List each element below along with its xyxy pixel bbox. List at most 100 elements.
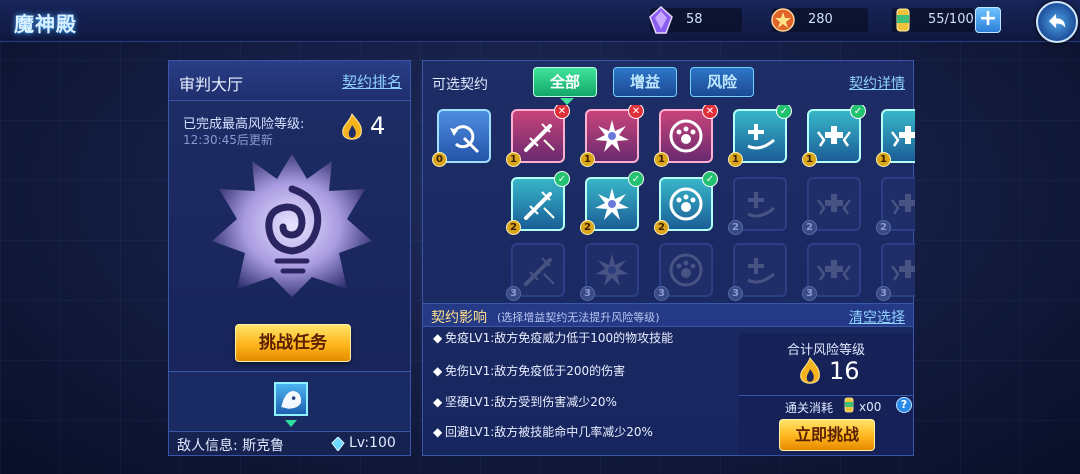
contract-impact-bar: 契约影响 (选择增益契约无法提升风险等级) 清空选择 (423, 303, 913, 327)
contract-card: 2 (802, 177, 861, 235)
tab-buff[interactable]: 增益 (613, 67, 677, 97)
back-arrow-icon (1048, 13, 1066, 29)
wing-cross-icon (891, 126, 915, 147)
burst-icon (595, 254, 629, 286)
contract-card: 2 (876, 177, 915, 235)
total-risk-value: 16 (829, 357, 860, 385)
add-energy-button[interactable]: + (975, 7, 1001, 33)
sword-slash-icon (524, 123, 555, 152)
resource-crystal: 58 (649, 5, 742, 34)
contract-card: 3 (876, 243, 915, 301)
contract-card[interactable]: 2 ✓ (580, 171, 644, 235)
heal-swirl-icon (747, 192, 775, 218)
divider (739, 395, 913, 396)
card-level-badge: 2 (654, 220, 669, 235)
contract-card[interactable]: 1 ✕ (506, 105, 570, 167)
contract-card: 3 (654, 243, 713, 301)
clear-cost-label: 通关消耗 (785, 401, 834, 415)
card-level-badge: 3 (728, 286, 743, 301)
card-level-badge: 1 (580, 152, 595, 167)
burst-icon (595, 188, 629, 220)
enemy-portrait-area (169, 371, 410, 431)
selected-check-icon: ✓ (628, 171, 644, 187)
contract-card[interactable]: 1 ✓ (802, 105, 866, 167)
unselected-x-icon: ✕ (628, 105, 644, 119)
max-risk-level: 4 (370, 112, 386, 140)
enemy-avatar[interactable] (274, 382, 308, 416)
contract-card[interactable]: 2 ✓ (654, 171, 718, 235)
card-level-badge: 1 (802, 152, 817, 167)
impact-title: 契约影响 (431, 310, 487, 326)
risk-flame-icon (342, 113, 362, 140)
selected-check-icon: ✓ (850, 105, 866, 119)
card-level-badge: 1 (654, 152, 669, 167)
available-contracts-label: 可选契约 (432, 77, 488, 93)
contract-rank-link[interactable]: 契约排名 (342, 71, 402, 92)
contract-card-grid: 0 1 ✕ 1 ✕ 1 ✕ 1 ✓ 1 ✓ 1 2 ✓ 2 ✓ 2 ✓ 2 2 2 3 3 3 3 3 3 (431, 105, 915, 301)
wing-cross-icon (817, 126, 851, 147)
help-icon[interactable]: ? (896, 397, 912, 413)
challenge-task-button[interactable]: 挑战任务 (235, 324, 351, 362)
enemy-creature-icon (281, 391, 301, 409)
resource-medal: 280 (771, 8, 868, 32)
card-level-badge: 1 (876, 152, 891, 167)
resource-energy: 55/100 (892, 8, 974, 32)
card-level-badge: 2 (876, 220, 891, 235)
wing-cross-icon (817, 260, 851, 281)
paw-shield-icon (669, 253, 703, 287)
contract-detail-link[interactable]: 契约详情 (849, 73, 905, 93)
wing-cross-icon (891, 260, 915, 281)
completed-risk-label: 已完成最高风险等级: (183, 117, 305, 132)
burst-icon (595, 120, 629, 152)
tab-all[interactable]: 全部 (533, 67, 597, 97)
undo-sword-icon (450, 125, 480, 154)
card-level-badge: 3 (580, 286, 595, 301)
enemy-info-bar: 敌人信息: 斯克鲁 Lv:100 (169, 431, 410, 455)
card-level-badge: 3 (506, 286, 521, 301)
purple-crystal-icon (649, 5, 673, 34)
contract-card[interactable]: 0 (432, 109, 491, 167)
panel-header: 审判大厅 契约排名 (169, 61, 410, 101)
card-level-badge: 3 (654, 286, 669, 301)
wing-cross-icon (817, 194, 851, 215)
page-title: 魔神殿 (14, 12, 77, 36)
effect-item: ◆ 免伤LV1:敌方免疫低于200的伤害 (433, 364, 626, 378)
card-level-badge: 2 (802, 220, 817, 235)
boss-emblem-art (212, 154, 372, 297)
back-button[interactable] (1036, 1, 1078, 43)
update-countdown: 12:30:45后更新 (183, 133, 273, 147)
contract-card: 3 (580, 243, 639, 301)
judgment-hall-panel: 审判大厅 契约排名 已完成最高风险等级: 12:30:45后更新 4 挑战任务 (168, 60, 411, 456)
panel-title: 审判大厅 (179, 75, 244, 94)
contract-card: 2 (728, 177, 787, 235)
heal-swirl-icon (747, 124, 775, 150)
effect-item: ◆ 免疫LV1:敌方免疫威力低于100的物攻技能 (433, 331, 674, 345)
clear-selection-link[interactable]: 清空选择 (849, 307, 905, 327)
card-level-badge: 3 (802, 286, 817, 301)
selected-check-icon: ✓ (702, 171, 718, 187)
card-level-badge: 2 (580, 220, 595, 235)
selected-check-icon: ✓ (776, 105, 792, 119)
contract-card: 3 (802, 243, 861, 301)
contract-card[interactable]: 1 ✓ (728, 105, 792, 167)
sword-slash-icon (524, 257, 555, 286)
card-level-badge: 3 (876, 286, 891, 301)
wing-cross-icon (891, 194, 915, 215)
card-level-badge: 2 (506, 220, 521, 235)
tab-risk[interactable]: 风险 (690, 67, 754, 97)
contract-card[interactable]: 1 (876, 109, 915, 167)
card-level-badge: 1 (506, 152, 521, 167)
clear-cost-value: x00 (859, 400, 882, 414)
challenge-now-button[interactable]: 立即挑战 (779, 419, 875, 451)
total-risk-box: 合计风险等级 16 通关消耗 x00 ? 立即挑战 (739, 333, 913, 455)
selected-marker (285, 420, 297, 427)
paw-shield-icon (669, 187, 703, 221)
contract-card[interactable]: 2 ✓ (506, 171, 570, 235)
contract-card[interactable]: 1 ✕ (654, 105, 718, 167)
contract-card[interactable]: 1 ✕ (580, 105, 644, 167)
card-level-badge: 1 (728, 152, 743, 167)
contract-panel: 可选契约 全部 增益 风险 契约详情 0 1 ✕ 1 ✕ 1 ✕ 1 ✓ 1 ✓ 1 2 ✓ 2 ✓ 2 ✓ 2 2 2… (422, 60, 915, 456)
energy-can-icon (844, 397, 854, 413)
enemy-level: Lv:100 (349, 435, 396, 451)
heal-swirl-icon (747, 258, 775, 284)
